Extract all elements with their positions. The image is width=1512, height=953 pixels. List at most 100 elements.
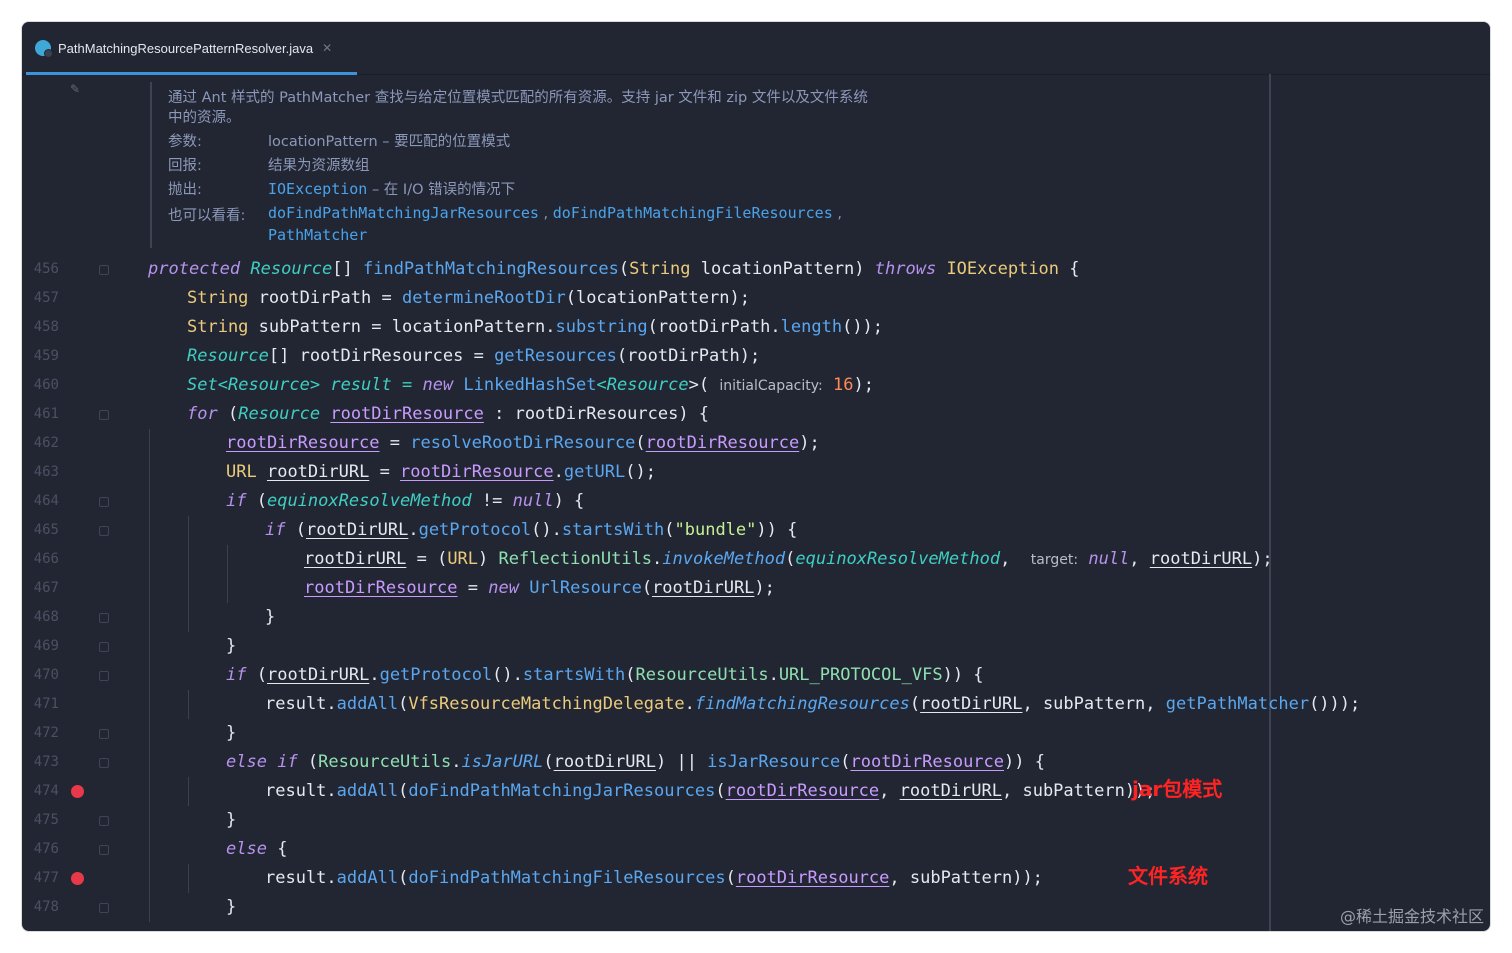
code-line[interactable]: 468} — [22, 603, 1490, 632]
code-token: ( — [785, 549, 796, 569]
code-text[interactable]: if (equinoxResolveMethod != null) { — [226, 487, 584, 516]
code-text[interactable]: String rootDirPath = determineRootDir(lo… — [187, 284, 750, 313]
code-text[interactable]: result.addAll(doFindPathMatchingFileReso… — [265, 864, 1043, 893]
line-number[interactable]: 463 — [22, 458, 59, 487]
code-text[interactable]: rootDirURL = (URL) ReflectionUtils.invok… — [304, 545, 1273, 575]
code-token: else — [226, 839, 267, 859]
code-line[interactable]: 474 result.addAll(doFindPathMatchingJarRe… — [22, 777, 1490, 806]
code-text[interactable]: } — [265, 603, 275, 632]
line-number[interactable]: 464 — [22, 487, 59, 516]
code-text[interactable]: protected Resource[] findPathMatchingRes… — [148, 255, 1080, 284]
line-number[interactable]: 471 — [22, 690, 59, 719]
fold-marker-icon[interactable] — [99, 497, 109, 507]
line-number[interactable]: 466 — [22, 545, 59, 574]
code-token: ( — [715, 781, 726, 801]
code-text[interactable]: } — [226, 893, 236, 922]
line-number[interactable]: 474 — [22, 777, 59, 806]
line-number[interactable]: 457 — [22, 284, 59, 313]
code-line[interactable]: 469} — [22, 632, 1490, 661]
code-line[interactable]: 473 else if (ResourceUtils.isJarURL(rootD… — [22, 748, 1490, 777]
code-line[interactable]: 463 URL rootDirURL = rootDirResource.getU… — [22, 458, 1490, 487]
line-number[interactable]: 465 — [22, 516, 59, 545]
fold-marker-icon[interactable] — [99, 642, 109, 652]
code-line[interactable]: 465 if (rootDirURL.getProtocol().startsWi… — [22, 516, 1490, 545]
doc-see-link-file[interactable]: doFindPathMatchingFileResources — [553, 204, 833, 222]
doc-throws-type[interactable]: IOException — [268, 180, 367, 198]
code-text[interactable]: if (rootDirURL.getProtocol().startsWith(… — [265, 516, 797, 545]
code-line[interactable]: 460 Set<Resource> result = new LinkedHash… — [22, 371, 1490, 400]
code-text[interactable]: else if (ResourceUtils.isJarURL(rootDirU… — [226, 748, 1045, 777]
line-number[interactable]: 468 — [22, 603, 59, 632]
line-number[interactable]: 478 — [22, 893, 59, 922]
code-text[interactable]: for (Resource rootDirResource : rootDirR… — [187, 400, 709, 429]
code-text[interactable]: URL rootDirURL = rootDirResource.getURL(… — [226, 458, 656, 487]
doc-see-link-jar[interactable]: doFindPathMatchingJarResources — [268, 204, 539, 222]
line-number[interactable]: 472 — [22, 719, 59, 748]
code-token: if — [226, 665, 247, 685]
line-number[interactable]: 473 — [22, 748, 59, 777]
fold-marker-icon[interactable] — [99, 729, 109, 739]
code-line[interactable]: 459 Resource[] rootDirResources = getReso… — [22, 342, 1490, 371]
code-token: ( — [217, 404, 239, 424]
code-line[interactable]: 467 rootDirResource = new UrlResource(roo… — [22, 574, 1490, 603]
line-number[interactable]: 459 — [22, 342, 59, 371]
line-number[interactable]: 467 — [22, 574, 59, 603]
fold-marker-icon[interactable] — [99, 816, 109, 826]
line-number[interactable]: 476 — [22, 835, 59, 864]
code-line[interactable]: 456 protected Resource[] findPathMatching… — [22, 255, 1490, 284]
line-number[interactable]: 462 — [22, 429, 59, 458]
line-number[interactable]: 460 — [22, 371, 59, 400]
tab-file[interactable]: PathMatchingResourcePatternResolver.java… — [24, 22, 357, 75]
fold-marker-icon[interactable] — [99, 903, 109, 913]
line-number[interactable]: 458 — [22, 313, 59, 342]
code-line[interactable]: 470 if (rootDirURL.getProtocol().startsWi… — [22, 661, 1490, 690]
code-token: ( — [398, 781, 409, 801]
code-token: . — [369, 665, 380, 685]
code-line[interactable]: 472} — [22, 719, 1490, 748]
code-line[interactable]: 458 String subPattern = locationPattern.s… — [22, 313, 1490, 342]
code-text[interactable]: Resource[] rootDirResources = getResourc… — [187, 342, 760, 371]
close-icon[interactable]: ✕ — [322, 41, 332, 55]
code-token: ( — [246, 665, 267, 685]
line-number[interactable]: 461 — [22, 400, 59, 429]
code-line[interactable]: 476 else { — [22, 835, 1490, 864]
fold-marker-icon[interactable] — [99, 265, 109, 275]
breakpoint-icon[interactable] — [71, 872, 84, 885]
code-text[interactable]: Set<Resource> result = new LinkedHashSet… — [187, 371, 874, 401]
code-text[interactable]: result.addAll(VfsResourceMatchingDelegat… — [265, 690, 1360, 719]
code-line[interactable]: 477 result.addAll(doFindPathMatchingFileR… — [22, 864, 1490, 893]
fold-marker-icon[interactable] — [99, 613, 109, 623]
code-line[interactable]: 471 result.addAll(VfsResourceMatchingDele… — [22, 690, 1490, 719]
edit-icon[interactable]: ✎ — [70, 82, 84, 96]
line-number[interactable]: 475 — [22, 806, 59, 835]
code-line[interactable]: 475} — [22, 806, 1490, 835]
fold-marker-icon[interactable] — [99, 671, 109, 681]
line-number[interactable]: 456 — [22, 255, 59, 284]
code-line[interactable]: 478} — [22, 893, 1490, 922]
line-number[interactable]: 470 — [22, 661, 59, 690]
code-text[interactable]: else { — [226, 835, 287, 864]
fold-marker-icon[interactable] — [99, 410, 109, 420]
code-line[interactable]: 457 String rootDirPath = determineRootDir… — [22, 284, 1490, 313]
code-text[interactable]: if (rootDirURL.getProtocol().startsWith(… — [226, 661, 984, 690]
code-line[interactable]: 461 for (Resource rootDirResource : rootD… — [22, 400, 1490, 429]
line-number[interactable]: 469 — [22, 632, 59, 661]
code-text[interactable]: } — [226, 632, 236, 661]
fold-marker-icon[interactable] — [99, 845, 109, 855]
code-text[interactable]: } — [226, 806, 236, 835]
code-text[interactable]: } — [226, 719, 236, 748]
code-text[interactable]: result.addAll(doFindPathMatchingJarResou… — [265, 777, 1156, 806]
fold-marker-icon[interactable] — [99, 758, 109, 768]
code-line[interactable]: 462 rootDirResource = resolveRootDirResou… — [22, 429, 1490, 458]
breakpoint-icon[interactable] — [71, 785, 84, 798]
doc-see-link-pathmatcher[interactable]: PathMatcher — [268, 226, 367, 244]
code-token: rootDirResource — [645, 433, 800, 453]
fold-marker-icon[interactable] — [99, 526, 109, 536]
code-token: )) { — [942, 665, 984, 685]
code-line[interactable]: 464 if (equinoxResolveMethod != null) { — [22, 487, 1490, 516]
code-text[interactable]: rootDirResource = resolveRootDirResource… — [226, 429, 820, 458]
code-text[interactable]: String subPattern = locationPattern.subs… — [187, 313, 883, 342]
line-number[interactable]: 477 — [22, 864, 59, 893]
code-line[interactable]: 466 rootDirURL = (URL) ReflectionUtils.in… — [22, 545, 1490, 574]
code-text[interactable]: rootDirResource = new UrlResource(rootDi… — [304, 574, 775, 603]
